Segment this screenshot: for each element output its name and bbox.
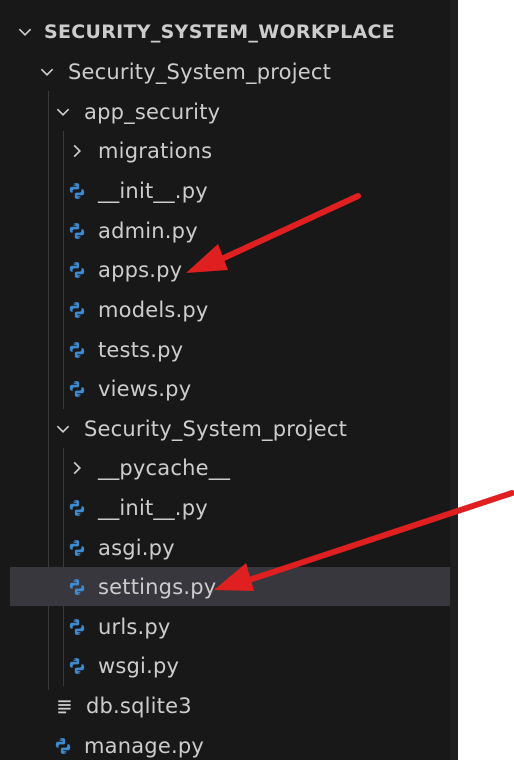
python-file-icon	[66, 576, 88, 598]
tree-item-file-models[interactable]: models.py	[0, 290, 450, 329]
tree-item-folder-security-system-project[interactable]: Security_System_project	[0, 52, 450, 91]
tree-item-label: asgi.py	[98, 535, 175, 560]
python-file-icon	[66, 616, 88, 638]
tree-item-file-views[interactable]: views.py	[0, 369, 450, 408]
chevron-right-icon[interactable]	[66, 457, 88, 479]
tree-item-label: wsgi.py	[98, 653, 180, 678]
python-file-icon	[66, 339, 88, 361]
workspace-label: SECURITY_SYSTEM_WORKPLACE	[44, 20, 396, 43]
tree-item-label: migrations	[98, 138, 213, 163]
tree-item-label: views.py	[98, 376, 192, 401]
python-file-icon	[66, 497, 88, 519]
python-file-icon	[66, 378, 88, 400]
tree-item-file-db-sqlite3[interactable]: db.sqlite3	[0, 686, 450, 725]
python-file-icon	[66, 259, 88, 281]
python-file-icon	[66, 655, 88, 677]
lines-file-icon	[54, 695, 76, 717]
vertical-scrollbar[interactable]	[450, 0, 458, 760]
python-file-icon	[52, 735, 74, 757]
tree-item-label: tests.py	[98, 337, 184, 362]
tree-item-label: urls.py	[98, 614, 171, 639]
python-file-icon	[66, 299, 88, 321]
python-file-icon	[66, 220, 88, 242]
tree-item-file-manage[interactable]: manage.py	[0, 726, 450, 765]
tree-item-file-tests[interactable]: tests.py	[0, 330, 450, 369]
tree-item-label: manage.py	[84, 733, 204, 758]
tree-item-label: app_security	[84, 99, 221, 124]
tree-item-file-init-inner[interactable]: __init__.py	[0, 488, 450, 527]
chevron-down-icon[interactable]	[52, 101, 74, 123]
tree-item-file-asgi[interactable]: asgi.py	[0, 528, 450, 567]
python-file-icon	[66, 180, 88, 202]
tree-item-label: models.py	[98, 297, 209, 322]
tree-item-folder-app-security[interactable]: app_security	[0, 92, 450, 131]
tree-item-label: settings.py	[98, 574, 217, 599]
tree-item-folder-pycache[interactable]: __pycache__	[0, 448, 450, 487]
tree-item-file-init[interactable]: __init__.py	[0, 171, 450, 210]
chevron-down-icon[interactable]	[14, 21, 36, 43]
tree-item-file-apps[interactable]: apps.py	[0, 250, 450, 289]
chevron-right-icon[interactable]	[66, 140, 88, 162]
tree-item-folder-security-system-project-inner[interactable]: Security_System_project	[0, 409, 450, 448]
tree-item-label: admin.py	[98, 218, 198, 243]
tree-item-label: __pycache__	[98, 455, 231, 480]
tree-item-label: db.sqlite3	[86, 693, 192, 718]
tree-item-folder-migrations[interactable]: migrations	[0, 131, 450, 170]
tree-item-file-wsgi[interactable]: wsgi.py	[0, 646, 450, 685]
tree-item-label: __init__.py	[98, 495, 208, 520]
tree-item-file-urls[interactable]: urls.py	[0, 607, 450, 646]
chevron-down-icon[interactable]	[52, 418, 74, 440]
tree-item-file-settings[interactable]: settings.py	[10, 567, 450, 606]
tree-item-file-admin[interactable]: admin.py	[0, 211, 450, 250]
tree-item-label: Security_System_project	[68, 59, 332, 84]
explorer-panel: SECURITY_SYSTEM_WORKPLACE Security_Syste…	[0, 0, 458, 760]
tree-item-label: apps.py	[98, 257, 183, 282]
tree-item-label: __init__.py	[98, 178, 208, 203]
chevron-down-icon[interactable]	[36, 61, 58, 83]
python-file-icon	[66, 537, 88, 559]
workspace-header[interactable]: SECURITY_SYSTEM_WORKPLACE	[0, 12, 450, 51]
tree-item-label: Security_System_project	[84, 416, 348, 441]
